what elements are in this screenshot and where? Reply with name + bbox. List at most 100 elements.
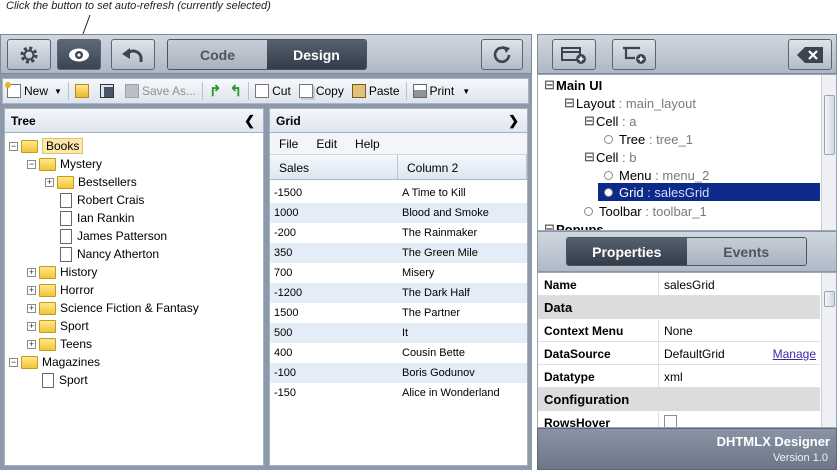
manage-link[interactable]: Manage <box>773 347 816 361</box>
title-cell[interactable]: A Time to Kill <box>398 183 527 203</box>
table-row[interactable]: 400 Cousin Bette <box>270 343 527 363</box>
tree-node-nancy-atherton[interactable]: Nancy Atherton <box>57 245 159 263</box>
tree-node-sport[interactable]: + Sport <box>27 317 89 335</box>
sales-cell[interactable]: 350 <box>270 243 398 263</box>
title-cell[interactable]: Alice in Wonderland <box>398 383 527 403</box>
collapse-right-icon[interactable]: ❯ <box>508 113 519 129</box>
sales-cell[interactable]: -100 <box>270 363 398 383</box>
title-cell[interactable]: Blood and Smoke <box>398 203 527 223</box>
title-cell[interactable]: Boris Godunov <box>398 363 527 383</box>
structure-node-tree[interactable]: Tree : tree_1 <box>604 130 693 148</box>
menu-file[interactable]: File <box>270 137 307 151</box>
expand-toggle-icon[interactable]: + <box>27 303 36 313</box>
collapse-toggle-icon[interactable]: ⊟ <box>544 78 555 91</box>
add-child-button[interactable] <box>612 39 656 70</box>
tree-node-bestsellers[interactable]: + Bestsellers <box>45 173 137 191</box>
cut-button[interactable]: Cut <box>251 80 295 102</box>
property-row-datasource[interactable]: DataSource DefaultGrid Manage <box>538 342 820 365</box>
print-button[interactable]: Print ▼ <box>409 80 475 102</box>
expand-toggle-icon[interactable]: + <box>45 177 54 187</box>
save-as-button[interactable]: Save As... <box>121 80 200 102</box>
structure-node-main-ui[interactable]: ⊟ Main UI <box>544 76 602 94</box>
tree-node-mystery[interactable]: − Mystery <box>27 155 102 173</box>
sales-cell[interactable]: -150 <box>270 383 398 403</box>
sales-cell[interactable]: -1200 <box>270 283 398 303</box>
table-row[interactable]: 1000 Blood and Smoke <box>270 203 527 223</box>
structure-node-layout[interactable]: ⊟ Layout : main_layout <box>564 94 696 112</box>
tree-node-science-fiction[interactable]: + Science Fiction & Fantasy <box>27 299 199 317</box>
add-component-button[interactable] <box>552 39 596 70</box>
tree-node-teens[interactable]: + Teens <box>27 335 92 353</box>
tab-design[interactable]: Design <box>267 40 366 69</box>
undo-button[interactable] <box>111 39 155 70</box>
table-row[interactable]: 700 Misery <box>270 263 527 283</box>
expand-toggle-icon[interactable]: + <box>27 339 36 349</box>
title-cell[interactable]: The Partner <box>398 303 527 323</box>
rows-hover-checkbox[interactable] <box>664 415 677 427</box>
structure-node-popups[interactable]: ⊟ Popups <box>544 220 604 231</box>
sales-cell[interactable]: -200 <box>270 223 398 243</box>
table-row[interactable]: 500 It <box>270 323 527 343</box>
collapse-toggle-icon[interactable]: ⊟ <box>584 114 595 127</box>
property-value[interactable]: None <box>664 324 693 338</box>
copy-button[interactable]: Copy <box>295 80 348 102</box>
structure-scrollbar[interactable] <box>821 75 836 230</box>
sales-cell[interactable]: 400 <box>270 343 398 363</box>
tree-node-horror[interactable]: + Horror <box>27 281 94 299</box>
sales-cell[interactable]: 1500 <box>270 303 398 323</box>
new-button[interactable]: New ▼ <box>3 80 66 102</box>
title-cell[interactable]: The Dark Half <box>398 283 527 303</box>
sales-cell[interactable]: -1500 <box>270 183 398 203</box>
paste-button[interactable]: Paste <box>348 80 404 102</box>
table-row[interactable]: 1500 The Partner <box>270 303 527 323</box>
auto-refresh-button[interactable] <box>57 39 101 70</box>
structure-node-cell-a[interactable]: ⊟ Cell : a <box>584 112 636 130</box>
save-button[interactable] <box>96 80 121 102</box>
sales-cell[interactable]: 1000 <box>270 203 398 223</box>
property-value[interactable]: xml <box>664 370 683 384</box>
table-row[interactable]: -1200 The Dark Half <box>270 283 527 303</box>
sales-cell[interactable]: 500 <box>270 323 398 343</box>
collapse-toggle-icon[interactable]: ⊟ <box>584 150 595 163</box>
title-cell[interactable]: It <box>398 323 527 343</box>
column-header-2[interactable]: Column 2 <box>398 155 527 179</box>
menu-help[interactable]: Help <box>346 137 389 151</box>
column-header-sales[interactable]: Sales <box>270 155 398 179</box>
property-value[interactable]: DefaultGrid <box>664 347 725 361</box>
tree-node-james-patterson[interactable]: James Patterson <box>57 227 167 245</box>
collapse-toggle-icon[interactable]: ⊟ <box>564 96 575 109</box>
tree-node-ian-rankin[interactable]: Ian Rankin <box>57 209 134 227</box>
scrollbar-thumb[interactable] <box>824 95 835 155</box>
expand-toggle-icon[interactable]: + <box>27 267 36 277</box>
structure-node-grid[interactable]: Grid : salesGrid <box>598 183 820 201</box>
collapse-toggle-icon[interactable]: − <box>27 159 36 169</box>
property-row-name[interactable]: Name salesGrid <box>538 273 820 296</box>
table-row[interactable]: 350 The Green Mile <box>270 243 527 263</box>
tree-node-books[interactable]: − Books <box>9 137 84 155</box>
table-row[interactable]: -100 Boris Godunov <box>270 363 527 383</box>
properties-scrollbar[interactable] <box>821 273 836 427</box>
title-cell[interactable]: The Rainmaker <box>398 223 527 243</box>
delete-component-button[interactable] <box>788 39 832 70</box>
tab-code[interactable]: Code <box>168 40 267 69</box>
expand-toggle-icon[interactable]: + <box>27 321 36 331</box>
structure-node-toolbar[interactable]: Toolbar : toolbar_1 <box>584 202 707 220</box>
title-cell[interactable]: Misery <box>398 263 527 283</box>
settings-button[interactable] <box>7 39 51 70</box>
structure-node-menu[interactable]: Menu : menu_2 <box>604 166 709 184</box>
collapse-toggle-icon[interactable]: − <box>9 141 18 151</box>
expand-toggle-icon[interactable]: + <box>27 285 36 295</box>
open-button[interactable] <box>71 80 96 102</box>
menu-edit[interactable]: Edit <box>307 137 346 151</box>
tree-node-magazines-sport[interactable]: Sport <box>39 371 88 389</box>
table-row[interactable]: -1500 A Time to Kill <box>270 183 527 203</box>
sales-cell[interactable]: 700 <box>270 263 398 283</box>
table-row[interactable]: -200 The Rainmaker <box>270 223 527 243</box>
tree-node-robert-crais[interactable]: Robert Crais <box>57 191 144 209</box>
tab-properties[interactable]: Properties <box>567 238 687 265</box>
tab-events[interactable]: Events <box>686 238 806 265</box>
property-row-datatype[interactable]: Datatype xml <box>538 365 820 388</box>
tree-node-magazines[interactable]: − Magazines <box>9 353 100 371</box>
property-row-rows-hover[interactable]: RowsHover <box>538 411 820 427</box>
property-value[interactable]: salesGrid <box>664 278 715 292</box>
